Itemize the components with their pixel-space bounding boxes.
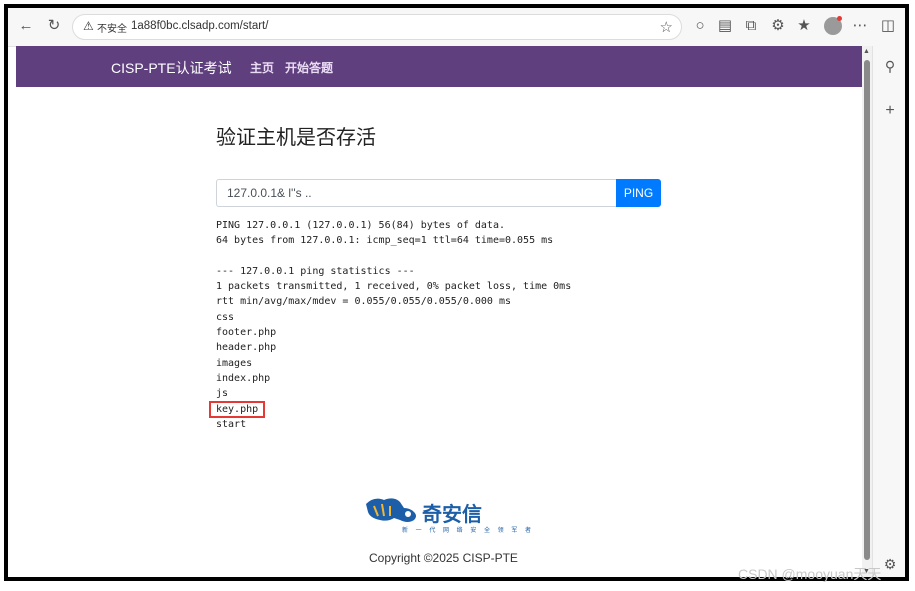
extensions-icon[interactable]: ⚙ (768, 16, 788, 36)
reload-icon[interactable]: ↻ (44, 16, 64, 36)
security-label: 不安全 (97, 24, 127, 35)
output-line: index.php (216, 372, 271, 384)
output-line: css (216, 311, 235, 323)
command-output: PING 127.0.0.1 (127.0.0.1) 56(84) bytes … (208, 218, 572, 432)
host-input[interactable]: 127.0.0.1& l''s .. (216, 179, 616, 207)
nav-link-start-exam[interactable]: 开始答题 (285, 59, 333, 76)
logo-mark-icon (366, 498, 416, 522)
copyright-text: Copyright ©2025 CISP-PTE (369, 551, 518, 565)
output-line: 1 packets transmitted, 1 received, 0% pa… (216, 281, 572, 293)
browser-toolbar: ← ↻ ⚠ 不安全 1a88f0bc.clsadp.com/start/ ☆ ○… (8, 8, 905, 47)
output-line: start (216, 418, 247, 430)
output-line: 64 bytes from 127.0.0.1: icmp_seq=1 ttl=… (216, 235, 554, 247)
reading-view-icon[interactable]: ▤ (715, 16, 735, 36)
qianxin-logo: 奇安信 新 一 代 网 络 安 全 领 军 者 (364, 494, 531, 536)
warning-icon: ⚠ (83, 19, 94, 33)
vertical-scrollbar[interactable]: ▲ ▼ (862, 46, 872, 577)
circle-icon[interactable]: ○ (690, 16, 710, 36)
edge-sidebar: ⚲ + ⚙ (872, 46, 905, 577)
address-bar[interactable]: ⚠ 不安全 1a88f0bc.clsadp.com/start/ ☆ (72, 14, 682, 40)
url-text[interactable]: 1a88f0bc.clsadp.com/start/ (131, 20, 268, 32)
ping-button[interactable]: PING (616, 179, 661, 207)
add-icon[interactable]: + (881, 102, 899, 120)
output-line: js (216, 388, 229, 400)
browser-window: ← ↻ ⚠ 不安全 1a88f0bc.clsadp.com/start/ ☆ ○… (4, 4, 909, 581)
csdn-watermark: CSDN @mooyuan天天 (738, 566, 882, 582)
favorite-star-icon[interactable]: ☆ (660, 18, 673, 36)
split-screen-icon[interactable]: ⧉ (741, 16, 761, 36)
logo-subtitle: 新 一 代 网 络 安 全 领 军 者 (402, 528, 535, 534)
output-line-highlighted: key.php (208, 400, 571, 418)
output-line: --- 127.0.0.1 ping statistics --- (216, 265, 415, 277)
brand-title[interactable]: CISP-PTE认证考试 (111, 58, 232, 78)
site-navbar: CISP-PTE认证考试 主页 开始答题 (16, 46, 862, 87)
notification-dot-icon (837, 16, 842, 21)
more-menu-icon[interactable]: ⋯ (850, 16, 870, 36)
logo-text: 奇安信 (422, 504, 482, 526)
output-line: rtt min/avg/max/mdev = 0.055/0.055/0.055… (216, 296, 512, 308)
key-file-highlight: key.php (208, 400, 266, 418)
output-line: footer.php (216, 327, 277, 339)
scroll-thumb[interactable] (864, 60, 870, 560)
output-line: header.php (216, 342, 277, 354)
back-arrow-icon[interactable]: ← (16, 16, 36, 36)
favorites-icon[interactable]: ★ (794, 16, 814, 36)
page-title: 验证主机是否存活 (216, 127, 376, 149)
sidebar-toggle-icon[interactable]: ◫ (878, 16, 898, 36)
settings-gear-icon[interactable]: ⚙ (881, 556, 899, 573)
output-line: images (216, 357, 253, 369)
output-line: PING 127.0.0.1 (127.0.0.1) 56(84) bytes … (216, 220, 505, 231)
nav-link-home[interactable]: 主页 (250, 59, 274, 76)
scroll-up-icon[interactable]: ▲ (863, 48, 870, 55)
search-icon[interactable]: ⚲ (881, 58, 899, 75)
